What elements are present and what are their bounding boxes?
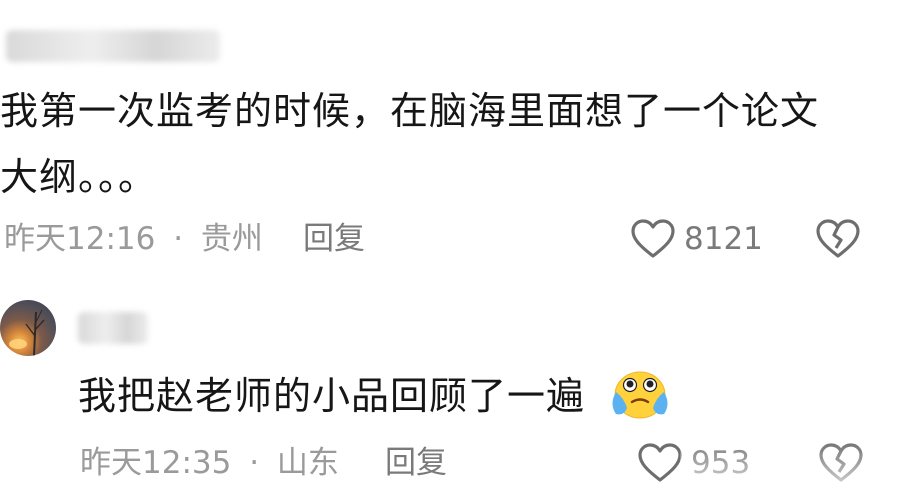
heart-outline-icon: [638, 443, 682, 482]
meta-separator: ·: [249, 445, 260, 481]
like-button[interactable]: 953: [637, 442, 750, 484]
comment-meta: 昨天12:35 · 山东: [80, 443, 339, 483]
comment-text-line: 我第一次监考的时候，在脑海里面想了一个论文: [0, 89, 820, 133]
comment-time: 昨天12:16: [4, 221, 156, 257]
avatar-image: [9, 309, 45, 356]
avatar[interactable]: [0, 300, 56, 356]
like-button[interactable]: 8121: [630, 218, 763, 260]
comment-text-line: 大纲。。。: [0, 155, 158, 199]
comment-meta: 昨天12:16 · 贵州: [4, 219, 263, 259]
username-blurred[interactable]: [78, 312, 148, 344]
broken-heart-icon[interactable]: [818, 442, 864, 484]
broken-heart-icon[interactable]: [815, 218, 861, 260]
reply-button[interactable]: 回复: [303, 219, 365, 259]
username-blurred[interactable]: [6, 30, 220, 62]
reply-button[interactable]: 回复: [385, 443, 447, 483]
comment-location: 山东: [276, 445, 339, 481]
crying-tears-of-joy-emoji: [612, 371, 668, 419]
comment-time: 昨天12:35: [80, 445, 232, 481]
like-count: 953: [691, 445, 751, 481]
like-count: 8121: [684, 221, 763, 257]
heart-outline-icon: [631, 219, 675, 258]
comment-list: 我第一次监考的时候，在脑海里面想了一个论文 大纲。。。 昨天12:16 · 贵州…: [0, 0, 899, 487]
comment-text: 我把赵老师的小品回顾了一遍: [78, 367, 585, 425]
meta-separator: ·: [173, 221, 184, 257]
comment-text-body: 我把赵老师的小品回顾了一遍: [78, 374, 586, 418]
comment-location: 贵州: [200, 221, 263, 257]
